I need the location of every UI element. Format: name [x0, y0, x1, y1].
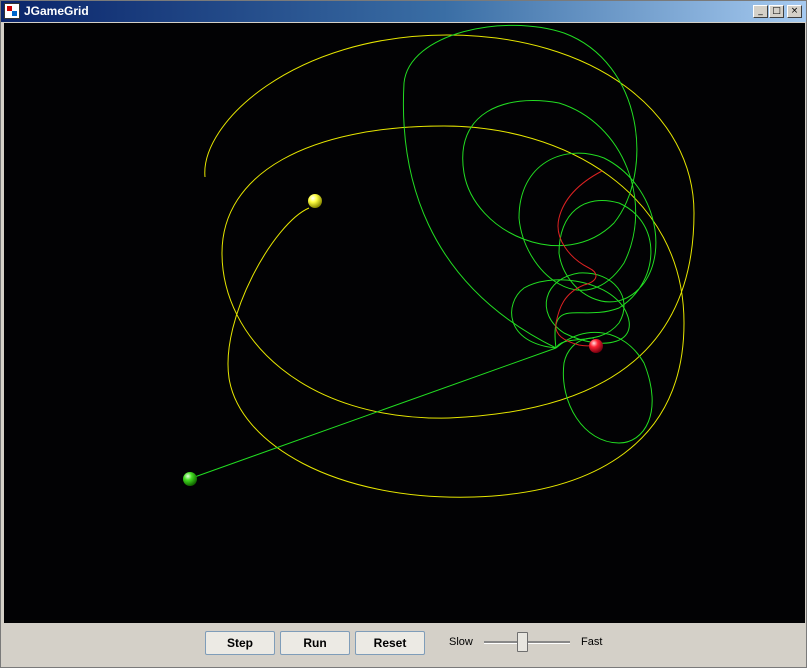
green-body[interactable]	[183, 472, 197, 486]
yellow-body[interactable]	[308, 194, 322, 208]
red-trail	[555, 170, 603, 347]
minimize-button[interactable]: _	[753, 5, 768, 18]
speed-slider-thumb[interactable]	[517, 632, 529, 652]
run-button[interactable]: Run	[280, 631, 350, 655]
step-button[interactable]: Step	[205, 631, 275, 655]
game-grid-canvas[interactable]	[4, 23, 805, 623]
fast-label: Fast	[581, 636, 603, 648]
maximize-button[interactable]: □	[769, 5, 784, 18]
window-title: JGameGrid	[24, 4, 89, 18]
app-icon[interactable]	[4, 3, 20, 19]
simulation-view	[183, 24, 695, 498]
slow-label: Slow	[449, 636, 473, 648]
close-button[interactable]: ×	[787, 5, 802, 18]
green-trail	[188, 24, 657, 480]
reset-button[interactable]: Reset	[355, 631, 425, 655]
red-body[interactable]	[589, 339, 603, 353]
app-window: JGameGrid _ □ × Step Run Reset Slow Fast	[0, 0, 807, 668]
control-panel: Step Run Reset Slow Fast	[4, 623, 805, 667]
title-bar[interactable]: JGameGrid _ □ ×	[1, 1, 806, 22]
yellow-trail	[204, 34, 695, 498]
